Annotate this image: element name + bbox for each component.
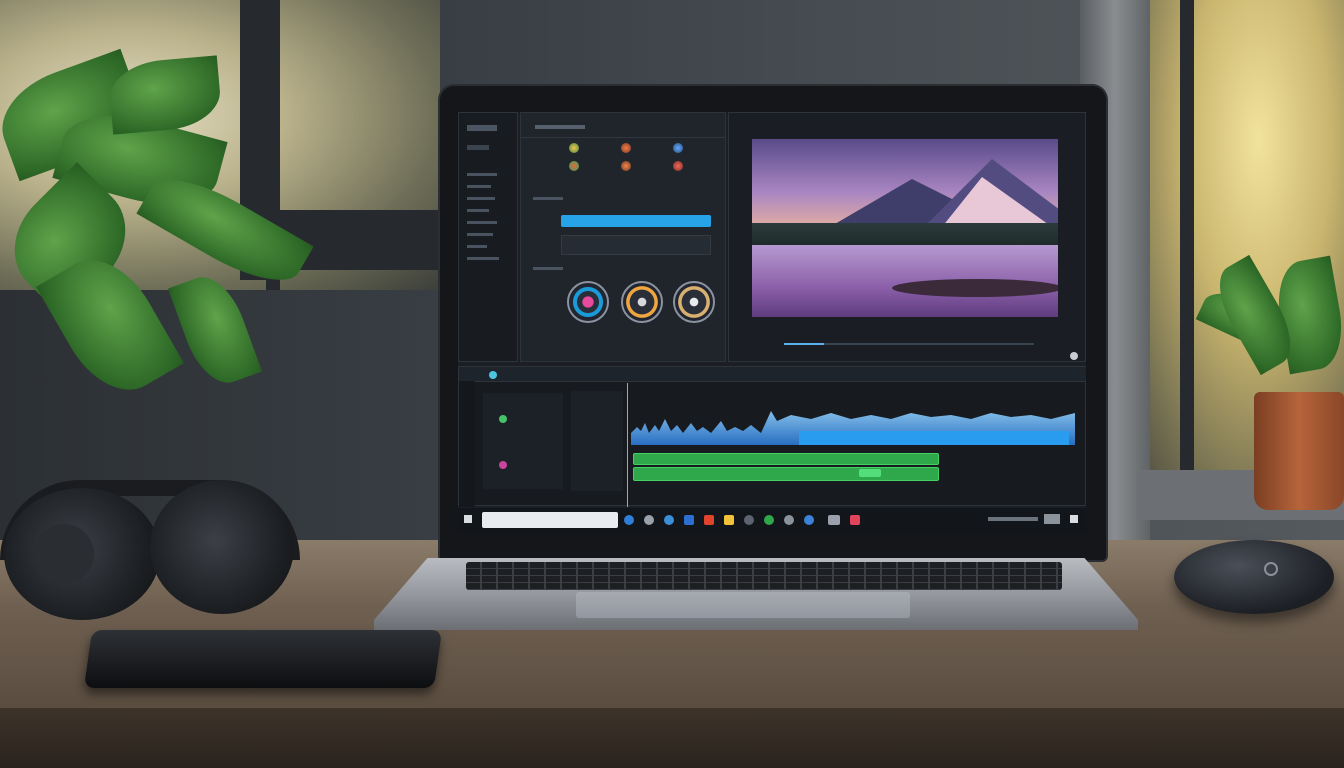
taskbar-app-icon[interactable]: [850, 515, 860, 525]
mixer: [571, 391, 623, 491]
taskbar-app-icon[interactable]: [684, 515, 694, 525]
taskbar-app-icon[interactable]: [744, 515, 754, 525]
taskbar-app-icon[interactable]: [664, 515, 674, 525]
video-clip[interactable]: [633, 453, 939, 465]
taskbar-app-icon[interactable]: [784, 515, 794, 525]
color-wheel-icon[interactable]: [567, 281, 609, 323]
taskbar-app-icon[interactable]: [704, 515, 714, 525]
effect-icon[interactable]: [673, 143, 683, 153]
timeline-tools: [459, 381, 475, 507]
window-frame: [280, 210, 450, 270]
selected-effect-bar[interactable]: [561, 215, 711, 227]
taskbar-app-icon[interactable]: [644, 515, 654, 525]
audio-waveform[interactable]: [631, 401, 1079, 451]
touchpad: [576, 592, 910, 618]
smartphone: [83, 630, 443, 688]
color-wheel-icon[interactable]: [673, 281, 715, 323]
window-frame: [1180, 0, 1194, 470]
timeline-logo-icon: [489, 371, 497, 379]
effect-icon[interactable]: [673, 161, 683, 171]
effect-icon[interactable]: [569, 161, 579, 171]
effect-icon[interactable]: [621, 143, 631, 153]
taskbar-app-icon[interactable]: [764, 515, 774, 525]
mouse: [1174, 540, 1334, 614]
fullscreen-icon[interactable]: [1070, 352, 1078, 360]
desk-edge: [0, 708, 1344, 768]
taskbar-search[interactable]: [482, 512, 618, 528]
start-icon[interactable]: [464, 515, 472, 523]
notification-icon[interactable]: [1070, 515, 1078, 523]
clock: [1044, 514, 1060, 524]
laptop-screen: [458, 112, 1086, 532]
effect-icon[interactable]: [621, 161, 631, 171]
preview-image: [752, 139, 1058, 317]
mouse-logo-icon: [1264, 562, 1278, 576]
taskbar-app-icon[interactable]: [804, 515, 814, 525]
playback-progress: [784, 343, 824, 345]
effect-icon[interactable]: [569, 143, 579, 153]
plant-pot: [1254, 392, 1344, 510]
system-tray[interactable]: [988, 517, 1038, 521]
app-logo: [467, 125, 497, 131]
taskbar-app-icon[interactable]: [724, 515, 734, 525]
color-wheel-icon[interactable]: [621, 281, 663, 323]
audio-clip[interactable]: [633, 467, 939, 481]
track-headers: [483, 393, 563, 489]
timeline-panel: [458, 366, 1086, 507]
effect-field[interactable]: [561, 235, 711, 255]
taskbar-app-icon[interactable]: [828, 515, 840, 525]
editor-sidebar: [458, 112, 518, 362]
photo-scene: [0, 0, 1344, 768]
effects-panel: [520, 112, 726, 362]
os-taskbar: [458, 508, 1086, 532]
playhead[interactable]: [627, 383, 628, 507]
taskbar-app-icon[interactable]: [624, 515, 634, 525]
